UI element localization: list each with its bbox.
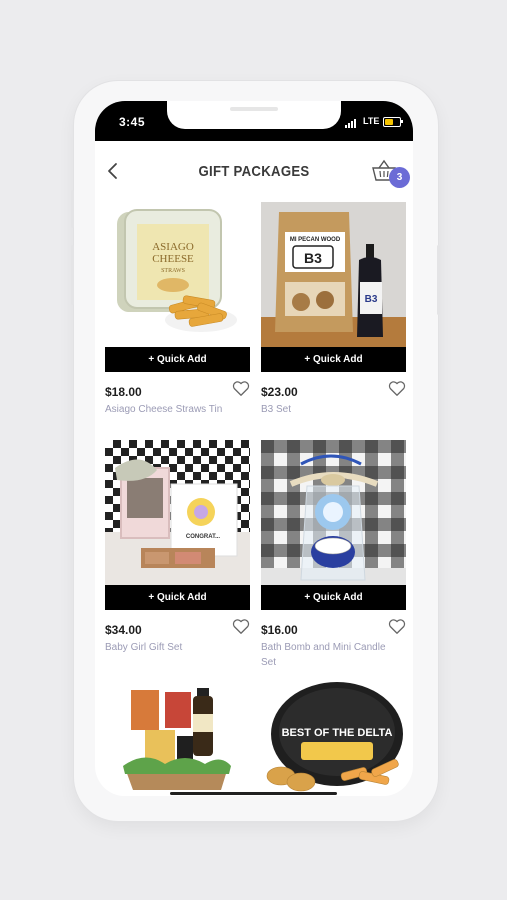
tin-label-line: STRAWS (161, 268, 185, 274)
product-name[interactable]: B3 Set (261, 402, 391, 417)
network-label: LTE (363, 116, 380, 126)
quick-add-button[interactable]: + Quick Add (261, 585, 406, 610)
status-time: 3:45 (119, 115, 146, 129)
phone-power-button (437, 245, 440, 315)
product-price: $16.00 (261, 623, 298, 637)
signal-icon (345, 118, 359, 128)
app-screen: 3:45 LTE GIFT PACKAGES 3 ASIAGO CHEESE S… (95, 101, 413, 796)
quick-add-button[interactable]: + Quick Add (105, 585, 250, 610)
product-price: $23.00 (261, 385, 298, 399)
bag-label-line: B3 (304, 250, 322, 266)
heart-icon[interactable] (388, 618, 406, 635)
product-name[interactable]: Bath Bomb and Mini Candle Set (261, 640, 391, 670)
quick-add-button[interactable]: + Quick Add (261, 347, 406, 372)
tin-label-line: CHEESE (152, 253, 194, 265)
bag-label-line: MI PECAN WOOD (290, 237, 341, 243)
phone-side-button (71, 190, 74, 228)
quick-add-button[interactable]: + Quick Add (105, 347, 250, 372)
heart-icon[interactable] (388, 380, 406, 397)
bottle-label: B3 (365, 294, 378, 305)
product-image[interactable]: ASIAGO CHEESE STRAWS (105, 202, 250, 347)
phone-side-button (71, 245, 74, 305)
cart-button[interactable]: 3 (370, 159, 410, 191)
home-indicator (170, 792, 337, 795)
product-name[interactable]: Asiago Cheese Straws Tin (105, 402, 235, 417)
notch (167, 101, 341, 129)
product-image[interactable]: BEST OF THE DELTA (261, 678, 406, 796)
tin-label-line: ASIAGO (152, 241, 194, 253)
card-label: CONGRAT... (186, 534, 221, 540)
product-price: $18.00 (105, 385, 142, 399)
battery-tip (401, 120, 403, 123)
product-image[interactable] (261, 440, 406, 585)
battery-icon (383, 117, 401, 127)
product-price: $34.00 (105, 623, 142, 637)
product-name[interactable]: Baby Girl Gift Set (105, 640, 235, 655)
status-bar: 3:45 LTE (95, 101, 413, 141)
page-header: GIFT PACKAGES 3 (95, 141, 413, 201)
product-image[interactable] (105, 678, 250, 796)
cart-count-badge: 3 (389, 167, 410, 188)
page-title: GIFT PACKAGES (198, 163, 310, 180)
heart-icon[interactable] (232, 380, 250, 397)
heart-icon[interactable] (232, 618, 250, 635)
product-image[interactable]: CONGRAT... (105, 440, 250, 585)
product-image[interactable]: MI PECAN WOOD B3 B3 (261, 202, 406, 347)
tin-label-line: BEST OF THE DELTA (282, 727, 393, 739)
